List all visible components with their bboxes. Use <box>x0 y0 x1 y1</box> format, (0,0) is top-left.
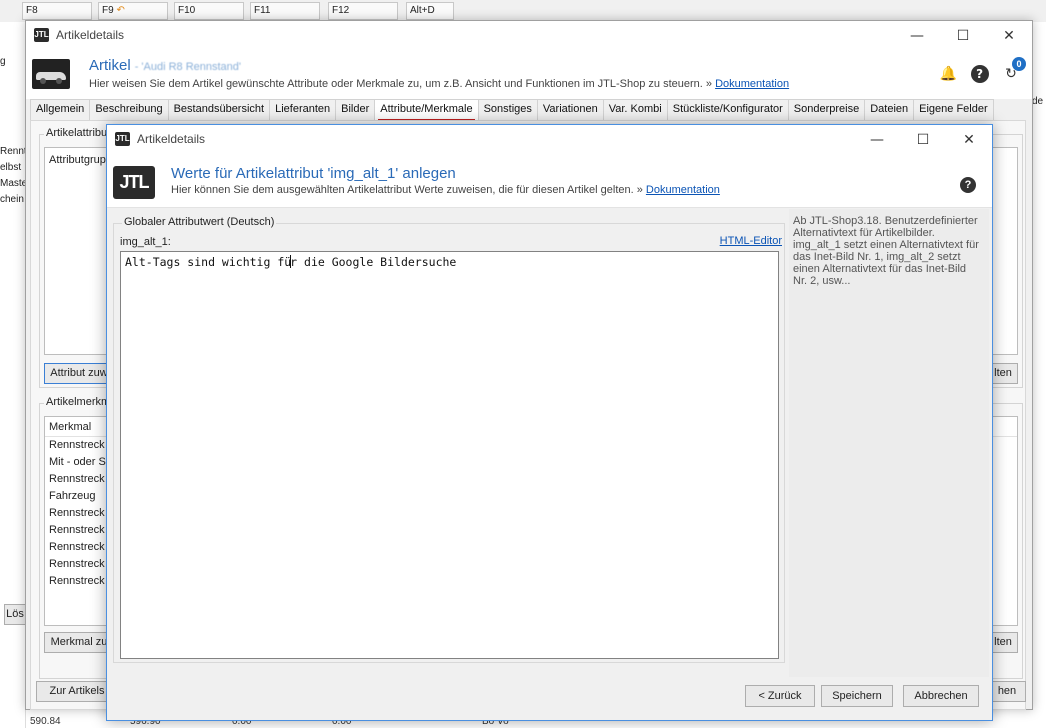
background-toolbar: F8 F9 ↶ F10 F11 F12 Alt+D <box>0 0 1046 22</box>
tab-bestandsuebersicht[interactable]: Bestandsübersicht <box>167 99 271 120</box>
maximize-icon: ☐ <box>956 28 970 44</box>
bg-left-line: Rennt <box>0 146 26 157</box>
minimize-icon: — <box>870 132 884 148</box>
f10-key[interactable]: F10 <box>174 2 244 20</box>
dialog-footer: < Zurück Speichern Abbrechen <box>107 677 992 721</box>
field-label: img_alt_1: <box>120 236 171 248</box>
bg-left-line: chein <box>0 194 24 205</box>
dialog-header-title: Werte für Artikelattribut 'img_alt_1' an… <box>171 165 456 182</box>
close-icon: ✕ <box>1003 28 1015 44</box>
dialog-header-subtitle: Hier können Sie dem ausgewählten Artikel… <box>171 184 720 196</box>
tab-eigene-felder[interactable]: Eigene Felder <box>913 99 994 120</box>
article-title: Artikel - 'Audi R8 Rennstand' <box>89 57 242 74</box>
tab-bar: Allgemein Beschreibung Bestandsübersicht Li… <box>30 99 994 122</box>
f12-key[interactable]: F12 <box>328 2 398 20</box>
minimize-button[interactable]: — <box>894 21 940 51</box>
sync-icon[interactable]: ↻ 0 <box>1002 57 1026 83</box>
tab-sonstiges[interactable]: Sonstiges <box>477 99 538 120</box>
tab-var-kombi[interactable]: Var. Kombi <box>602 99 668 120</box>
undo-icon: ↶ <box>116 5 125 16</box>
tab-bilder[interactable]: Bilder <box>335 99 376 120</box>
bg-left-line: Maste <box>0 178 26 189</box>
maximize-icon: ☐ <box>916 132 930 148</box>
add-merkmal-button[interactable]: Merkmal zu <box>44 632 114 653</box>
tab-variationen[interactable]: Variationen <box>536 99 604 120</box>
bg-value: 590.84 <box>30 716 61 727</box>
dialog-close-button[interactable]: ✕ <box>946 125 992 155</box>
article-thumbnail <box>32 59 70 89</box>
alt-d-key[interactable]: Alt+D <box>406 2 454 20</box>
tab-attribute-merkmale[interactable]: Attribute/Merkmale <box>374 99 479 122</box>
maximize-button[interactable]: ☐ <box>940 21 986 51</box>
f9-key[interactable]: F9 ↶ <box>98 2 168 20</box>
outer-right-bottom-button[interactable]: hen <box>988 681 1026 702</box>
tab-sonderpreise[interactable]: Sonderpreise <box>787 99 866 120</box>
dialog-header: JTL Werte für Artikelattribut 'img_alt_1… <box>107 156 992 208</box>
attribute-value-textarea[interactable]: Alt-Tags sind wichtig für die Google Bil… <box>120 251 779 659</box>
article-header: Artikel - 'Audi R8 Rennstand' Hier weisen… <box>26 51 1032 99</box>
minimize-icon: — <box>910 28 924 44</box>
header-icons: 🔔 ? ↻ 0 <box>929 57 1026 83</box>
f8-key[interactable]: F8 <box>22 2 92 20</box>
notification-badge: 0 <box>1012 57 1026 71</box>
documentation-link[interactable]: Dokumentation <box>646 184 720 196</box>
help-panel: Ab JTL-Shop3.18. Benutzerdefinierter Alt… <box>789 209 989 677</box>
bg-delete-button[interactable]: Lös <box>4 604 26 625</box>
group-legend: Globaler Attributwert (Deutsch) <box>122 216 277 228</box>
tab-lieferanten[interactable]: Lieferanten <box>269 99 337 120</box>
tab-allgemein[interactable]: Allgemein <box>30 99 91 120</box>
article-subtitle: Hier weisen Sie dem Artikel gewünschte A… <box>89 78 790 90</box>
bg-left-line: elbst <box>0 162 22 173</box>
tab-stueckliste[interactable]: Stückliste/Konfigurator <box>666 99 789 120</box>
jtl-logo: JTL <box>113 166 155 199</box>
close-button[interactable]: ✕ <box>986 21 1032 51</box>
dialog-minimize-button[interactable]: — <box>854 125 900 155</box>
help-text: Ab JTL-Shop3.18. Benutzerdefinierter Alt… <box>793 215 979 287</box>
f11-key[interactable]: F11 <box>250 2 320 20</box>
help-icon[interactable]: ? <box>960 177 976 193</box>
documentation-link[interactable]: Dokumentation <box>715 78 789 90</box>
article-name: - 'Audi R8 Rennstand' <box>134 61 242 73</box>
attribute-value-dialog: JTL Artikeldetails — ☐ ✕ JTL Werte für A… <box>106 124 993 721</box>
close-icon: ✕ <box>963 132 975 148</box>
help-icon[interactable]: ? <box>970 65 989 83</box>
tab-dateien[interactable]: Dateien <box>864 99 915 120</box>
dialog-titlebar[interactable]: JTL Artikeldetails — ☐ ✕ <box>107 125 992 156</box>
window-title: Artikeldetails <box>56 28 125 42</box>
bg-right-char: de <box>1032 96 1044 107</box>
back-button[interactable]: < Zurück <box>745 685 815 707</box>
html-editor-link[interactable]: HTML-Editor <box>720 235 782 247</box>
add-attribute-button[interactable]: Attribut zuw <box>44 363 114 384</box>
jtl-app-icon: JTL <box>115 132 130 146</box>
bell-icon[interactable]: 🔔 <box>939 65 957 83</box>
global-attribute-value-group: Globaler Attributwert (Deutsch) img_alt_… <box>113 216 785 663</box>
save-button[interactable]: Speichern <box>821 685 893 707</box>
tab-beschreibung[interactable]: Beschreibung <box>89 99 169 120</box>
background-left-panel: g Rennt elbst Maste chein Lös <box>0 22 26 728</box>
window-titlebar[interactable]: JTL Artikeldetails — ☐ ✕ <box>26 21 1032 51</box>
dialog-title: Artikeldetails <box>137 132 206 146</box>
attributes-group-label: Artikelattribut <box>44 127 113 139</box>
cancel-button[interactable]: Abbrechen <box>903 685 979 707</box>
dialog-maximize-button[interactable]: ☐ <box>900 125 946 155</box>
jtl-app-icon: JTL <box>34 28 49 42</box>
bg-left-top-char: g <box>0 56 6 67</box>
